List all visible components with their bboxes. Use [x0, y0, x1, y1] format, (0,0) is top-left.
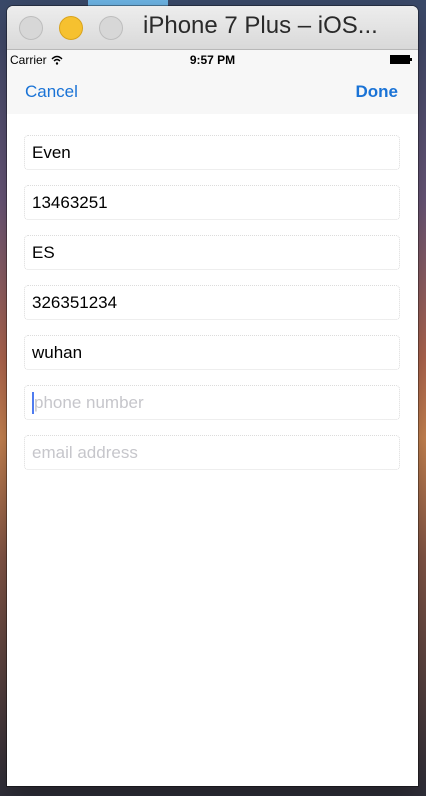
window-title-bar: iPhone 7 Plus – iOS... [7, 6, 418, 50]
done-button[interactable]: Done [356, 82, 399, 102]
form-field: ES [24, 230, 400, 280]
phone-number-placeholder: phone number [34, 392, 144, 412]
window-close-button[interactable] [19, 16, 43, 40]
email-address-field[interactable]: email address [24, 435, 400, 470]
navigation-bar: Cancel Done [7, 70, 418, 114]
city-field[interactable]: wuhan [24, 335, 400, 370]
form-field: Even [24, 130, 400, 180]
form-field: email address [24, 430, 400, 480]
form-field: wuhan [24, 330, 400, 380]
email-address-placeholder: email address [32, 442, 138, 462]
id-number-field[interactable]: 326351234 [24, 285, 400, 320]
window-zoom-button[interactable] [99, 16, 123, 40]
form-field: 13463251 [24, 180, 400, 230]
ios-screen: Carrier 9:57 PM Cancel Done Even 1346325… [7, 50, 418, 786]
battery-icon [390, 55, 412, 64]
simulator-window: iPhone 7 Plus – iOS... Carrier 9:57 PM C… [7, 6, 418, 786]
phone-number-field[interactable]: phone number [24, 385, 400, 420]
status-bar: Carrier 9:57 PM [7, 50, 418, 70]
code-field[interactable]: ES [24, 235, 400, 270]
form-field: 326351234 [24, 280, 400, 330]
form-field: phone number [24, 380, 400, 430]
cancel-button[interactable]: Cancel [25, 82, 78, 102]
contact-form: Even 13463251 ES 326351234 wuhan phone n… [24, 130, 400, 480]
number-field[interactable]: 13463251 [24, 185, 400, 220]
name-field[interactable]: Even [24, 135, 400, 170]
status-time: 9:57 PM [189, 53, 236, 67]
window-title: iPhone 7 Plus – iOS... [143, 12, 378, 39]
window-minimize-button[interactable] [59, 16, 83, 40]
